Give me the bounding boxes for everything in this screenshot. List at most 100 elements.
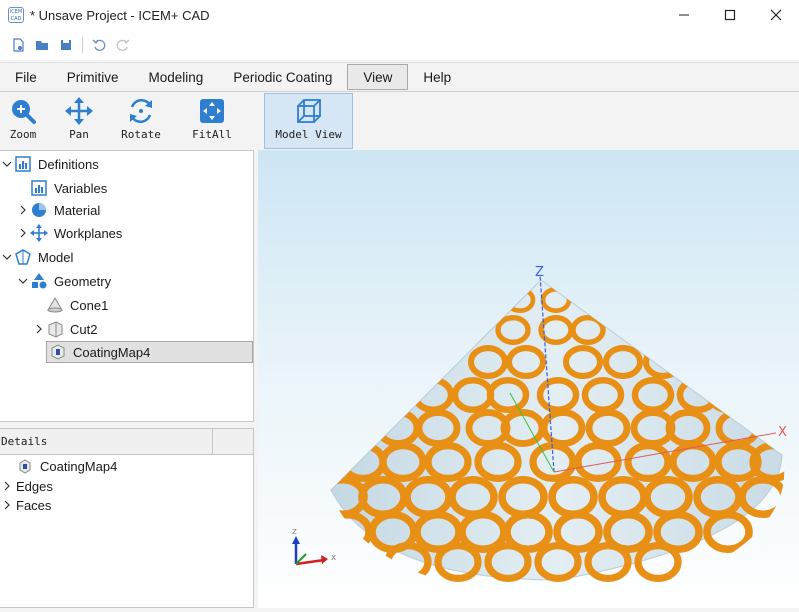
model-view-button[interactable]: Model View	[264, 93, 353, 149]
variables-icon	[30, 179, 48, 197]
app-logo: ICEM CAD	[8, 7, 24, 23]
tree-item-model[interactable]: Model	[0, 246, 73, 268]
rotate-label: Rotate	[121, 128, 161, 141]
model-icon	[14, 248, 32, 266]
material-icon	[30, 201, 48, 219]
tree-label-workplanes: Workplanes	[54, 225, 123, 241]
pan-button[interactable]: Pan	[50, 94, 108, 146]
fitall-icon	[200, 99, 224, 123]
tree-item-definitions[interactable]: Definitions	[0, 153, 99, 175]
viewport-canvas[interactable]: Z X z x	[258, 150, 799, 608]
minimize-button[interactable]	[661, 0, 707, 30]
chevron-right-icon[interactable]	[2, 500, 16, 510]
close-button[interactable]	[753, 0, 799, 30]
cone-icon	[46, 296, 64, 314]
ribbon: Zoom Pan Rotate FitAll Model View	[0, 92, 799, 150]
menu-view[interactable]: View	[347, 64, 409, 90]
geometry-icon	[30, 272, 48, 290]
zoom-label: Zoom	[9, 128, 37, 141]
quick-access-toolbar	[0, 30, 799, 60]
model-view-icon	[296, 99, 321, 123]
definitions-icon	[14, 155, 32, 173]
pan-icon	[65, 97, 93, 125]
pan-label: Pan	[69, 128, 89, 141]
fitall-label: FitAll	[192, 128, 232, 141]
chevron-down-icon[interactable]	[0, 252, 14, 262]
menu-periodic-coating[interactable]: Periodic Coating	[218, 63, 347, 91]
redo-button[interactable]	[111, 33, 135, 57]
chevron-right-icon[interactable]	[32, 324, 46, 334]
menu-primitive[interactable]: Primitive	[52, 63, 134, 91]
details-label-coatingmap4: CoatingMap4	[40, 458, 118, 474]
window-controls	[661, 0, 799, 30]
model-tree-panel: Definitions Variables Material Workplane…	[0, 150, 254, 422]
save-icon	[61, 40, 71, 50]
tree-label-material: Material	[54, 202, 101, 218]
chevron-down-icon[interactable]	[0, 159, 14, 169]
tree-item-workplanes[interactable]: Workplanes	[16, 222, 122, 244]
chevron-right-icon[interactable]	[16, 228, 30, 238]
details-label-faces: Faces	[16, 497, 52, 513]
coating-map-icon	[49, 343, 67, 361]
coating-ring	[331, 510, 373, 553]
status-strip	[0, 608, 799, 612]
zoom-button[interactable]: Zoom	[0, 94, 52, 146]
rotate-icon	[130, 98, 152, 124]
details-item-faces[interactable]: Faces	[2, 495, 51, 515]
x-axis-label: X	[778, 425, 787, 440]
tree-item-geometry[interactable]: Geometry	[16, 270, 111, 292]
undo-icon	[92, 39, 106, 51]
tree-label-definitions: Definitions	[38, 156, 99, 172]
coating-map-icon	[16, 457, 34, 475]
chevron-down-icon[interactable]	[16, 276, 30, 286]
tree-label-variables: Variables	[54, 180, 108, 196]
zoom-icon	[12, 100, 36, 124]
tree-label-coatingmap4: CoatingMap4	[73, 344, 151, 360]
details-title: Details	[0, 429, 213, 454]
menu-bar: File Primitive Modeling Periodic Coating…	[0, 62, 799, 92]
tree-label-cut2: Cut2	[70, 321, 98, 337]
chevron-right-icon[interactable]	[16, 205, 30, 215]
z-axis-label: Z	[535, 265, 544, 280]
tree-item-material[interactable]: Material	[16, 199, 100, 221]
tree-item-cone1[interactable]: Cone1	[32, 294, 108, 316]
tree-item-variables[interactable]: Variables	[16, 177, 107, 199]
menu-file[interactable]: File	[0, 63, 52, 91]
maximize-button[interactable]	[707, 0, 753, 30]
new-file-icon	[13, 38, 24, 52]
cut-icon	[46, 320, 64, 338]
open-folder-button[interactable]	[30, 33, 54, 57]
details-item-edges[interactable]: Edges	[2, 476, 53, 496]
new-file-button[interactable]	[6, 33, 30, 57]
tree-label-cone1: Cone1	[70, 297, 109, 313]
tree-label-model: Model	[38, 249, 74, 265]
orientation-triad: z x	[292, 527, 337, 566]
close-icon	[770, 9, 782, 21]
tree-label-geometry: Geometry	[54, 273, 112, 289]
window-title: * Unsave Project - ICEM+ CAD	[30, 7, 210, 23]
chevron-right-icon[interactable]	[2, 481, 16, 491]
redo-icon	[116, 39, 130, 51]
workplanes-icon	[30, 224, 48, 242]
minimize-icon	[679, 14, 689, 16]
model-view-label: Model View	[275, 128, 342, 141]
triad-z-label: z	[292, 527, 297, 537]
toolbar-separator	[82, 37, 83, 53]
fitall-button[interactable]: FitAll	[183, 94, 241, 146]
details-item-coatingmap4[interactable]: CoatingMap4	[16, 456, 117, 476]
maximize-icon	[724, 9, 736, 21]
details-label-edges: Edges	[16, 478, 53, 494]
menu-modeling[interactable]: Modeling	[134, 63, 219, 91]
details-header-column	[213, 429, 253, 454]
coating-ring	[706, 377, 750, 414]
triad-x-label: x	[331, 553, 337, 563]
rotate-button[interactable]: Rotate	[112, 94, 170, 146]
title-bar: ICEM CAD * Unsave Project - ICEM+ CAD	[0, 0, 799, 30]
open-folder-icon	[36, 41, 48, 50]
tree-item-cut2[interactable]: Cut2	[32, 318, 97, 340]
menu-help[interactable]: Help	[408, 63, 466, 91]
save-button[interactable]	[54, 33, 78, 57]
undo-button[interactable]	[87, 33, 111, 57]
tree-item-coatingmap4[interactable]: CoatingMap4	[46, 341, 253, 363]
3d-viewport[interactable]: Z X z x	[258, 150, 799, 608]
